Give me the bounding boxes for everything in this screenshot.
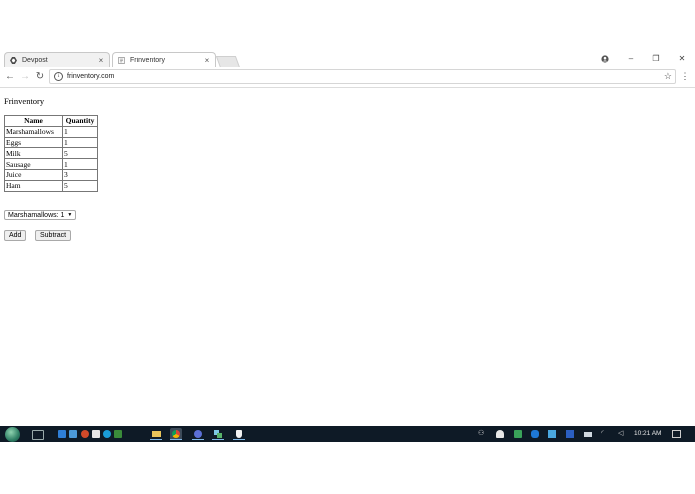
tab-devpost-title: Devpost: [22, 56, 48, 64]
tab-strip: Devpost × Frinventory × – ❐ ✕: [0, 50, 695, 68]
bluetooth-icon[interactable]: [531, 430, 539, 438]
task-view-icon[interactable]: [32, 430, 44, 440]
mail-icon[interactable]: [58, 430, 66, 438]
winrar-icon[interactable]: [114, 430, 122, 438]
cell-quantity: 1: [62, 158, 98, 170]
header-name: Name: [4, 115, 63, 127]
address-text: frinventory.com: [67, 73, 115, 80]
cell-quantity: 1: [62, 136, 98, 149]
page-title: Frinventory: [4, 96, 45, 106]
notifications-icon[interactable]: [672, 430, 681, 438]
cell-quantity: 3: [62, 168, 98, 181]
header-quantity: Quantity: [62, 115, 98, 127]
cell-name: Marshamallows: [4, 125, 63, 138]
chevron-down-icon: ▼: [67, 212, 73, 218]
add-button[interactable]: Add: [4, 230, 27, 241]
devpost-favicon-icon: [10, 56, 17, 64]
table-header-row: Name Quantity: [4, 115, 98, 127]
close-window-icon[interactable]: ✕: [675, 53, 689, 65]
browser-icon[interactable]: [192, 428, 204, 440]
inventory-table: Name Quantity Marshamallows 1 Eggs 1 Mil…: [4, 115, 98, 192]
chat-icon[interactable]: [103, 430, 111, 438]
tab-frinventory[interactable]: Frinventory ×: [112, 52, 216, 67]
table-row: Milk 5: [4, 147, 98, 160]
profile-icon[interactable]: [598, 53, 612, 65]
forward-arrow-icon[interactable]: →: [19, 71, 31, 83]
item-select[interactable]: Marshamallows: 1 ▼: [4, 210, 77, 220]
photos-icon[interactable]: [69, 430, 77, 438]
item-select-value: Marshamallows: 1: [8, 211, 65, 219]
volume-icon[interactable]: ◁: [618, 430, 626, 438]
cell-quantity: 5: [62, 147, 98, 160]
cell-quantity: 5: [62, 179, 98, 192]
file-explorer-icon[interactable]: [150, 428, 162, 440]
taskbar: ⚇ ◜ ◁ 10:21 AM: [0, 426, 695, 442]
menu-kebab-icon[interactable]: ⋮: [680, 71, 690, 82]
page-content: Frinventory Name Quantity Marshamallows …: [0, 89, 695, 426]
bookmark-star-icon[interactable]: ☆: [664, 71, 672, 82]
cell-name: Juice: [4, 168, 63, 181]
browser-window: Devpost × Frinventory × – ❐ ✕ ← → ↻ i fr…: [0, 50, 695, 88]
page-favicon-icon: [118, 56, 125, 64]
minimize-icon[interactable]: –: [624, 53, 638, 65]
word-icon[interactable]: [566, 430, 574, 438]
cell-name: Sausage: [4, 158, 63, 170]
screen: Devpost × Frinventory × – ❐ ✕ ← → ↻ i fr…: [0, 0, 695, 494]
table-row: Eggs 1: [4, 136, 98, 149]
cloud-icon[interactable]: [496, 430, 504, 438]
tab-devpost-close-icon[interactable]: ×: [96, 56, 106, 65]
tray-app-icon[interactable]: [548, 430, 556, 438]
table-row: Sausage 1: [4, 158, 98, 170]
cell-name: Ham: [4, 179, 63, 192]
tab-frinventory-close-icon[interactable]: ×: [202, 56, 212, 65]
table-row: Marshamallows 1: [4, 125, 98, 138]
restore-icon[interactable]: ❐: [649, 53, 663, 65]
clock[interactable]: 10:21 AM: [634, 430, 661, 437]
address-bar[interactable]: i frinventory.com ☆: [49, 69, 676, 84]
info-icon[interactable]: i: [54, 72, 63, 81]
start-button-icon[interactable]: [5, 427, 20, 442]
people-icon[interactable]: ⚇: [478, 430, 486, 438]
cell-name: Eggs: [4, 136, 63, 149]
wifi-icon[interactable]: ◜: [601, 430, 609, 438]
table-row: Ham 5: [4, 179, 98, 192]
battery-icon[interactable]: [584, 432, 592, 437]
notepad-icon[interactable]: [92, 430, 100, 438]
browser-toolbar: ← → ↻ i frinventory.com ☆ ⋮: [0, 67, 695, 88]
cell-quantity: 1: [62, 125, 98, 138]
back-arrow-icon[interactable]: ←: [4, 71, 16, 83]
tab-devpost[interactable]: Devpost ×: [4, 52, 110, 67]
security-icon[interactable]: [514, 430, 522, 438]
table-row: Juice 3: [4, 168, 98, 181]
reload-icon[interactable]: ↻: [34, 71, 46, 83]
chrome-icon[interactable]: [170, 428, 182, 440]
network-app-icon[interactable]: [212, 428, 224, 440]
cell-name: Milk: [4, 147, 63, 160]
subtract-button[interactable]: Subtract: [35, 230, 72, 241]
office-icon[interactable]: [81, 430, 89, 438]
shield-app-icon[interactable]: [233, 428, 245, 440]
tab-frinventory-title: Frinventory: [130, 56, 166, 64]
